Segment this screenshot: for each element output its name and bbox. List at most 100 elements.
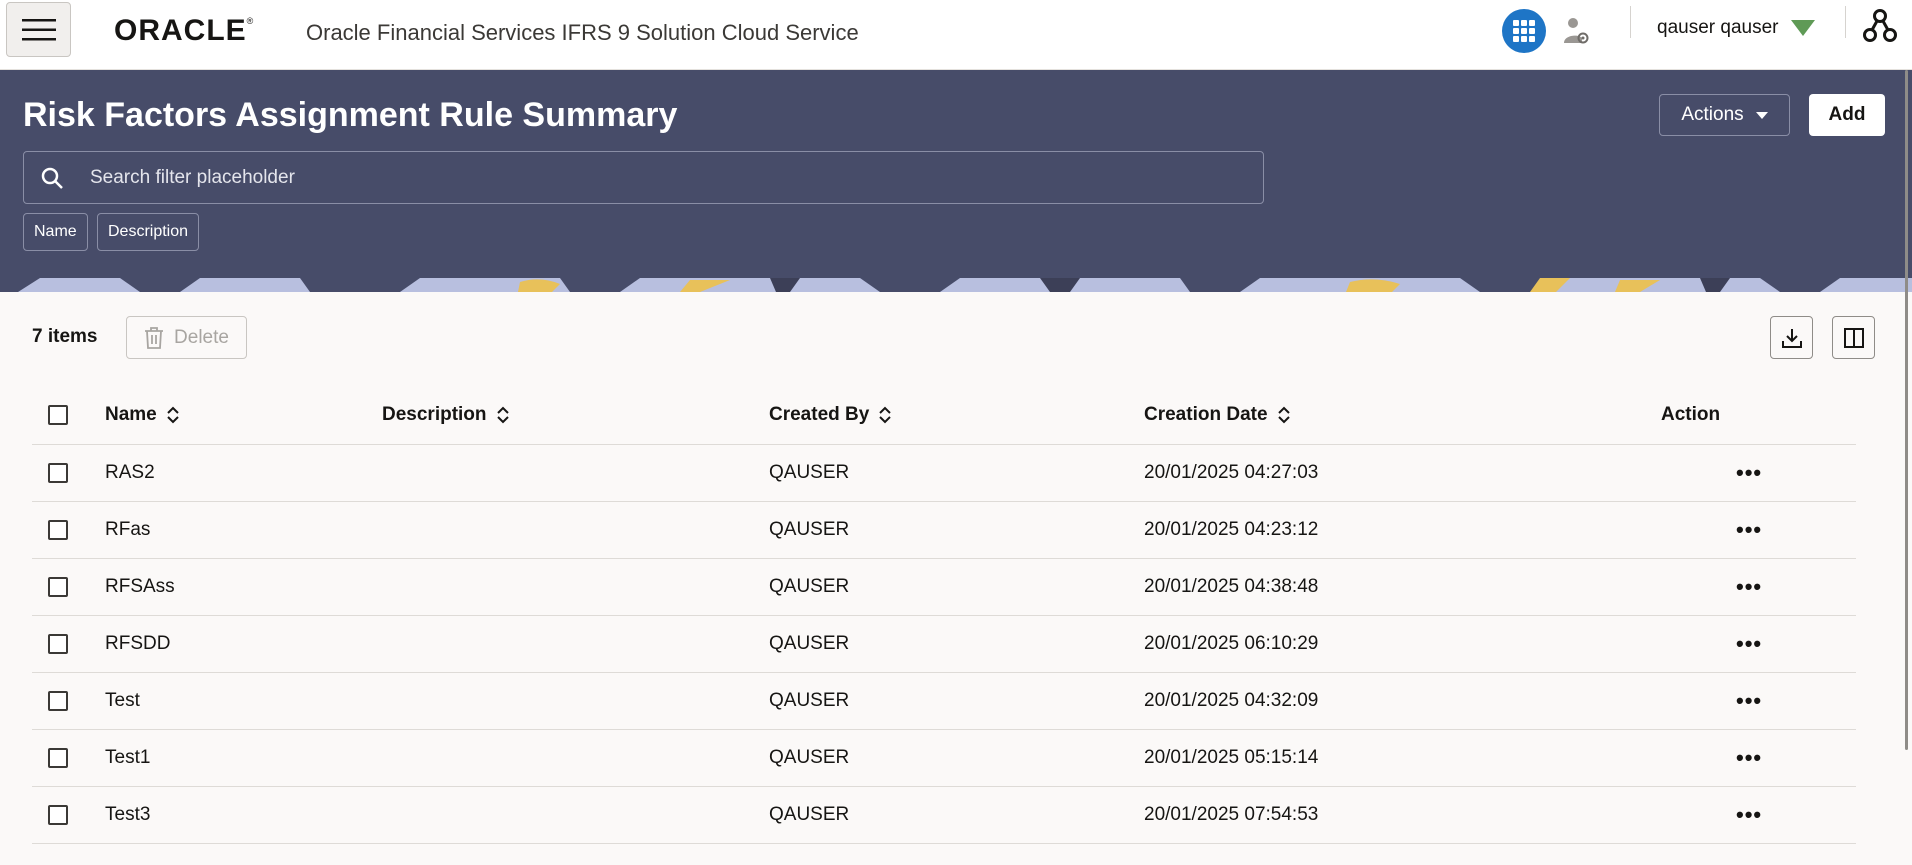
decorative-pattern <box>0 278 1912 292</box>
row-created-by: QAUSER <box>769 747 850 768</box>
hamburger-menu-button[interactable] <box>6 2 71 57</box>
column-header-created-by[interactable]: Created By <box>769 385 892 444</box>
hamburger-menu-icon <box>21 18 56 40</box>
row-creation-date: 20/01/2025 04:23:12 <box>1144 519 1319 540</box>
row-actions-menu-icon[interactable]: ••• <box>1736 559 1762 615</box>
top-bar: ORACLE® Oracle Financial Services IFRS 9… <box>0 0 1912 70</box>
search-icon <box>41 167 63 189</box>
columns-button[interactable] <box>1832 316 1875 359</box>
row-name[interactable]: RFSAss <box>105 559 175 615</box>
row-checkbox[interactable] <box>48 691 68 711</box>
table-row[interactable]: RFas QAUSER 20/01/2025 04:23:12 ••• <box>32 502 1856 559</box>
filter-chip-description[interactable]: Description <box>97 213 200 251</box>
actions-label: Actions <box>1681 104 1744 125</box>
select-all-cell <box>48 385 68 444</box>
row-creation-date: 20/01/2025 05:15:14 <box>1144 747 1319 768</box>
row-creation-date: 20/01/2025 04:32:09 <box>1144 690 1319 711</box>
row-actions-menu-icon[interactable]: ••• <box>1736 787 1762 843</box>
row-actions-menu-icon[interactable]: ••• <box>1736 445 1762 501</box>
row-checkbox[interactable] <box>48 520 68 540</box>
brand-mark: ® <box>246 16 255 26</box>
page-header: Risk Factors Assignment Rule Summary Act… <box>0 70 1912 278</box>
delete-button[interactable]: Delete <box>126 316 247 359</box>
row-name[interactable]: RFSDD <box>105 616 170 672</box>
column-header-action: Action <box>1661 385 1720 444</box>
row-name[interactable]: Test1 <box>105 730 150 786</box>
page-scrollbar[interactable] <box>1905 70 1908 750</box>
row-select-cell <box>48 673 68 729</box>
app-title: Oracle Financial Services IFRS 9 Solutio… <box>306 20 859 45</box>
table-row[interactable]: RFSAss QAUSER 20/01/2025 04:38:48 ••• <box>32 559 1856 616</box>
row-select-cell <box>48 787 68 843</box>
table-row[interactable]: Test QAUSER 20/01/2025 04:32:09 ••• <box>32 673 1856 730</box>
row-name[interactable]: RAS2 <box>105 445 155 501</box>
column-label: Creation Date <box>1144 403 1268 425</box>
table-header: Name Description Created By Creation Dat… <box>32 385 1856 445</box>
filter-chip-name[interactable]: Name <box>23 213 88 251</box>
column-label: Description <box>382 403 487 425</box>
row-name[interactable]: RFas <box>105 502 150 558</box>
row-checkbox[interactable] <box>48 634 68 654</box>
row-creation-date: 20/01/2025 07:54:53 <box>1144 804 1319 825</box>
download-icon <box>1781 328 1802 348</box>
rules-table: Name Description Created By Creation Dat… <box>32 385 1856 844</box>
actions-button[interactable]: Actions <box>1659 94 1790 136</box>
sort-icon[interactable] <box>167 406 179 424</box>
row-creation-date: 20/01/2025 06:10:29 <box>1144 633 1319 654</box>
search-placeholder: Search filter placeholder <box>90 167 295 188</box>
row-actions-menu-icon[interactable]: ••• <box>1736 616 1762 672</box>
row-select-cell <box>48 445 68 501</box>
row-checkbox[interactable] <box>48 577 68 597</box>
row-select-cell <box>48 502 68 558</box>
column-label: Created By <box>769 403 870 425</box>
row-actions-menu-icon[interactable]: ••• <box>1736 730 1762 786</box>
row-actions-menu-icon[interactable]: ••• <box>1736 502 1762 558</box>
row-creation-date: 20/01/2025 04:27:03 <box>1144 462 1319 483</box>
row-select-cell <box>48 730 68 786</box>
sort-icon[interactable] <box>496 406 509 424</box>
row-created-by: QAUSER <box>769 519 850 540</box>
caret-down-icon[interactable] <box>1791 20 1815 36</box>
row-creation-date: 20/01/2025 04:38:48 <box>1144 576 1319 597</box>
header-divider-2 <box>1845 6 1846 38</box>
chevron-down-icon <box>1755 111 1768 119</box>
row-checkbox[interactable] <box>48 748 68 768</box>
row-checkbox[interactable] <box>48 463 68 483</box>
items-count: 7 items <box>32 326 98 347</box>
app-grid-button[interactable] <box>1502 9 1546 53</box>
sort-icon[interactable] <box>1277 406 1290 424</box>
header-divider <box>1630 6 1631 38</box>
row-actions-menu-icon[interactable]: ••• <box>1736 673 1762 729</box>
app-grid-icon <box>1513 20 1535 42</box>
table-row[interactable]: RFSDD QAUSER 20/01/2025 06:10:29 ••• <box>32 616 1856 673</box>
row-name[interactable]: Test3 <box>105 787 150 843</box>
row-name[interactable]: Test <box>105 673 140 729</box>
column-header-name[interactable]: Name <box>105 385 179 444</box>
download-button[interactable] <box>1770 316 1813 359</box>
row-checkbox[interactable] <box>48 805 68 825</box>
table-row[interactable]: Test1 QAUSER 20/01/2025 05:15:14 ••• <box>32 730 1856 787</box>
user-settings-icon[interactable] <box>1563 17 1589 45</box>
row-created-by: QAUSER <box>769 690 850 711</box>
add-button[interactable]: Add <box>1809 94 1885 136</box>
row-select-cell <box>48 616 68 672</box>
row-created-by: QAUSER <box>769 804 850 825</box>
table-row[interactable]: Test3 QAUSER 20/01/2025 07:54:53 ••• <box>32 787 1856 844</box>
row-created-by: QAUSER <box>769 633 850 654</box>
delete-label: Delete <box>174 326 229 348</box>
row-created-by: QAUSER <box>769 576 850 597</box>
column-header-creation-date[interactable]: Creation Date <box>1144 385 1290 444</box>
columns-icon <box>1843 327 1864 348</box>
table-row[interactable]: RAS2 QAUSER 20/01/2025 04:27:03 ••• <box>32 445 1856 502</box>
column-header-description[interactable]: Description <box>382 385 509 444</box>
search-input[interactable]: Search filter placeholder <box>23 151 1264 204</box>
network-icon[interactable] <box>1862 8 1898 44</box>
select-all-checkbox[interactable] <box>48 404 68 425</box>
sort-icon[interactable] <box>879 406 892 424</box>
brand-text: ORACLE <box>114 14 247 47</box>
row-created-by: QAUSER <box>769 462 850 483</box>
page-title: Risk Factors Assignment Rule Summary <box>23 96 678 134</box>
row-select-cell <box>48 559 68 615</box>
user-name[interactable]: qauser qauser <box>1657 17 1778 39</box>
oracle-logo: ORACLE® <box>114 14 254 48</box>
